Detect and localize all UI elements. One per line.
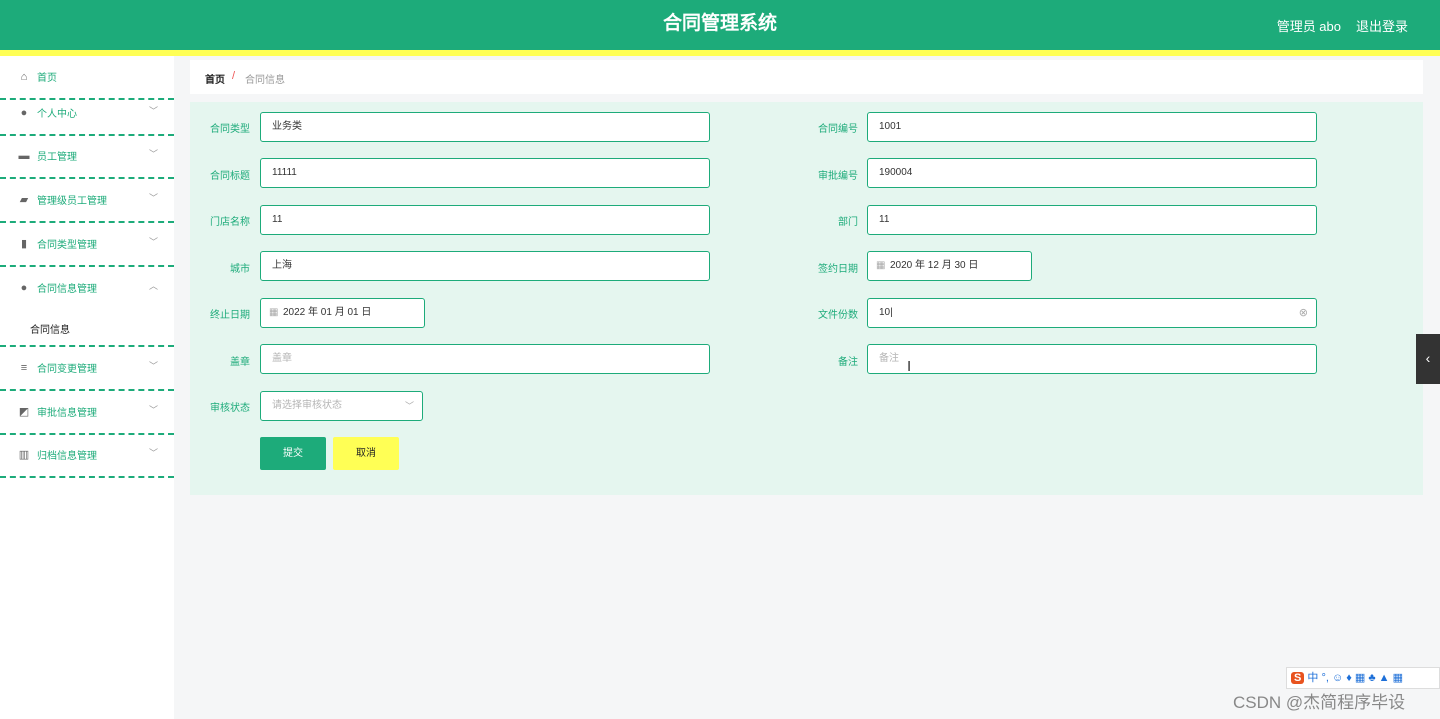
sidebar-item-label: 首页 bbox=[37, 73, 57, 84]
store-name-label: 门店名称 bbox=[210, 217, 250, 228]
review-status-placeholder: 请选择审核状态 bbox=[272, 400, 342, 411]
contract-type-label: 合同类型 bbox=[210, 124, 250, 135]
sidebar-item-contract-changes[interactable]: ≡ 合同变更管理 ﹀ bbox=[0, 347, 174, 391]
contract-no-input[interactable]: 1001 bbox=[867, 112, 1317, 142]
contract-type-input[interactable]: 业务类 bbox=[260, 112, 710, 142]
approval-no-input[interactable]: 190004 bbox=[867, 158, 1317, 188]
breadcrumb-home[interactable]: 首页 bbox=[205, 71, 225, 86]
sidebar-item-approvals[interactable]: ◩ 审批信息管理 ﹀ bbox=[0, 391, 174, 435]
collapse-panel-button[interactable]: ‹ bbox=[1416, 334, 1440, 384]
cancel-button[interactable]: 取消 bbox=[333, 437, 399, 470]
sidebar-item-label: 个人中心 bbox=[37, 109, 77, 120]
ime-toolbar[interactable]: S 中 °, ☺ ♦ ▦ ♣ ▲ ▦ bbox=[1286, 667, 1440, 689]
copies-label: 文件份数 bbox=[818, 310, 858, 321]
review-status-label: 审核状态 bbox=[210, 403, 250, 414]
contract-title-label: 合同标题 bbox=[210, 171, 250, 182]
sidebar-item-manager-employees[interactable]: ▰ 管理级员工管理 ﹀ bbox=[0, 179, 174, 223]
chevron-down-icon: ﹀ bbox=[149, 448, 159, 458]
end-date-label: 终止日期 bbox=[210, 310, 250, 321]
list-icon: ≡ bbox=[20, 362, 28, 374]
sidebar-item-label: 审批信息管理 bbox=[37, 408, 97, 419]
city-input[interactable]: 上海 bbox=[260, 251, 710, 281]
sidebar-item-label: 归档信息管理 bbox=[37, 451, 97, 462]
review-status-select[interactable]: 请选择审核状态 ﹀ bbox=[260, 391, 423, 421]
sidebar-item-contract-types[interactable]: ▮ 合同类型管理 ﹀ bbox=[0, 223, 174, 267]
chevron-down-icon: ﹀ bbox=[404, 401, 414, 411]
chevron-down-icon: ﹀ bbox=[149, 193, 159, 203]
app-title: 合同管理系统 bbox=[662, 13, 777, 34]
briefcase-icon: ▬ bbox=[18, 150, 30, 162]
contract-form: 合同类型 业务类 合同编号 1001 合同标题 11111 审批编号 19000… bbox=[190, 102, 1423, 495]
sidebar-item-archives[interactable]: ▥ 归档信息管理 ﹀ bbox=[0, 434, 174, 478]
user-icon: ● bbox=[20, 107, 28, 119]
home-icon: ⌂ bbox=[20, 71, 28, 83]
breadcrumb: 首页 / 合同信息 bbox=[190, 60, 1423, 94]
remark-label: 备注 bbox=[838, 357, 858, 368]
watermark: CSDN @杰简程序毕设 bbox=[1233, 693, 1406, 712]
store-name-input[interactable]: 11 bbox=[260, 205, 710, 235]
submit-button[interactable]: 提交 bbox=[260, 437, 326, 470]
chevron-down-icon: ﹀ bbox=[149, 405, 159, 415]
department-label: 部门 bbox=[838, 217, 858, 228]
remark-input[interactable]: 备注 bbox=[867, 344, 1317, 374]
chevron-down-icon: ﹀ bbox=[149, 149, 159, 159]
sidebar-item-label: 管理级员工管理 bbox=[37, 196, 107, 207]
contract-no-label: 合同编号 bbox=[818, 124, 858, 135]
sign-date-label: 签约日期 bbox=[818, 264, 858, 275]
chevron-up-icon: ︿ bbox=[149, 281, 159, 291]
submenu-item-label: 合同信息 bbox=[30, 325, 70, 336]
city-label: 城市 bbox=[230, 264, 250, 275]
clear-icon[interactable]: ⊗ bbox=[1299, 299, 1308, 327]
contract-title-input[interactable]: 11111 bbox=[260, 158, 710, 188]
bar-chart-icon: ▮ bbox=[20, 238, 28, 250]
sidebar-item-label: 合同信息管理 bbox=[37, 284, 97, 295]
sidebar-item-label: 合同变更管理 bbox=[37, 364, 97, 375]
submenu-item-contract-info[interactable]: 合同信息 bbox=[0, 311, 174, 347]
car-icon: ▰ bbox=[19, 194, 29, 206]
sidebar-item-label: 合同类型管理 bbox=[37, 240, 97, 251]
chevron-left-icon: ‹ bbox=[1425, 350, 1431, 366]
logout-link[interactable]: 退出登录 bbox=[1356, 16, 1408, 35]
breadcrumb-current: 合同信息 bbox=[245, 75, 285, 86]
calendar-icon: ▦ bbox=[269, 307, 279, 318]
chevron-down-icon: ﹀ bbox=[149, 237, 159, 247]
library-icon: ▥ bbox=[18, 449, 30, 461]
sidebar-item-employees[interactable]: ▬ 员工管理 ﹀ bbox=[0, 135, 174, 179]
chevron-down-icon: ﹀ bbox=[149, 106, 159, 116]
department-input[interactable]: 11 bbox=[867, 205, 1317, 235]
copies-value: 10 bbox=[879, 307, 891, 318]
sign-date-picker[interactable]: ▦ 2020 年 12 月 30 日 bbox=[867, 251, 1032, 281]
sogou-icon: S bbox=[1291, 672, 1305, 684]
sidebar-item-contract-info[interactable]: ● 合同信息管理 ︿ bbox=[0, 267, 174, 311]
sidebar-item-label: 员工管理 bbox=[37, 152, 77, 163]
approval-no-label: 审批编号 bbox=[818, 171, 858, 182]
copies-input[interactable]: 10| ⊗ bbox=[867, 298, 1317, 328]
sign-date-value: 2020 年 12 月 30 日 bbox=[890, 260, 979, 271]
end-date-picker[interactable]: ▦ 2022 年 01 月 01 日 bbox=[260, 298, 425, 328]
text-cursor-icon: I bbox=[907, 358, 912, 375]
end-date-value: 2022 年 01 月 01 日 bbox=[283, 307, 372, 318]
current-user: 管理员 abo bbox=[1276, 19, 1341, 34]
breadcrumb-separator: / bbox=[232, 70, 236, 82]
chevron-down-icon: ﹀ bbox=[149, 361, 159, 371]
header-stripe bbox=[0, 50, 1440, 56]
seal-input[interactable]: 盖章 bbox=[260, 344, 710, 374]
line-chart-icon: ◩ bbox=[18, 406, 30, 418]
user-icon: ● bbox=[20, 282, 28, 294]
sidebar: ⌂ 首页 ● 个人中心 ﹀ ▬ 员工管理 ﹀ ▰ 管理级员工管理 ﹀ ▮ 合同类… bbox=[0, 56, 174, 719]
seal-label: 盖章 bbox=[230, 357, 250, 368]
calendar-icon: ▦ bbox=[876, 260, 886, 271]
sidebar-item-personal-center[interactable]: ● 个人中心 ﹀ bbox=[0, 92, 174, 136]
